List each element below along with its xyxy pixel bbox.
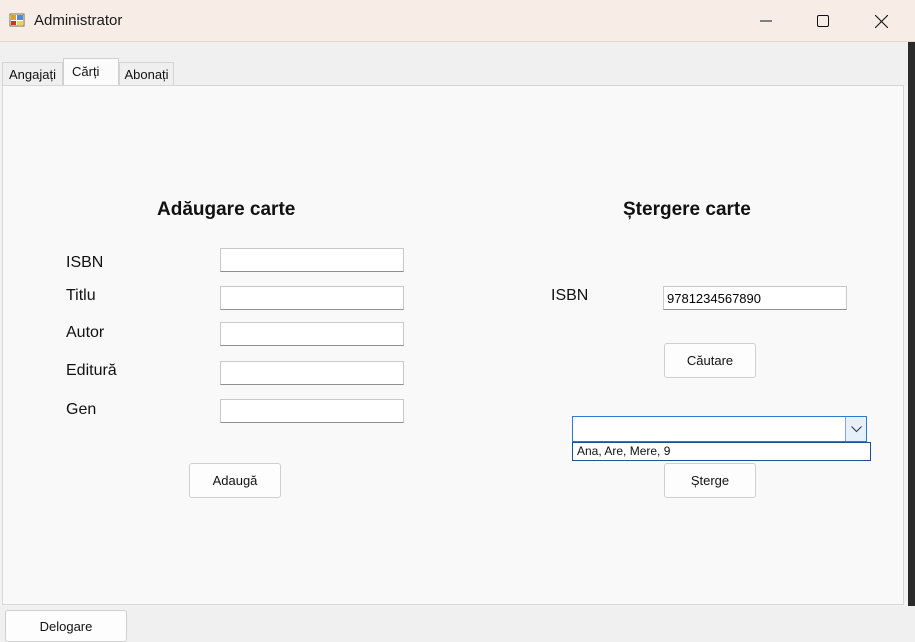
- chevron-down-icon: [850, 425, 862, 432]
- tab-abonati[interactable]: Abonați: [119, 62, 174, 85]
- add-book-button-label: Adaugă: [212, 473, 258, 488]
- minimize-icon: [760, 20, 772, 22]
- tab-panel-carti: [2, 85, 904, 605]
- logout-button-label: Delogare: [39, 618, 93, 634]
- delete-book-heading: Ștergere carte: [623, 199, 751, 220]
- close-button[interactable]: [852, 0, 910, 42]
- add-book-heading: Adăugare carte: [157, 199, 296, 220]
- maximize-button[interactable]: [794, 0, 852, 42]
- add-genre-input[interactable]: [220, 399, 404, 423]
- app-form-icon: [9, 13, 25, 27]
- genre-label: Gen: [66, 401, 97, 418]
- publisher-label: Editură: [66, 362, 117, 379]
- logout-button[interactable]: Delogare: [5, 610, 127, 642]
- dropdown-item[interactable]: Ana, Are, Mere, 9: [574, 444, 869, 459]
- tab-label: Cărți: [72, 64, 100, 79]
- book-select-combobox[interactable]: [572, 416, 867, 442]
- add-title-input[interactable]: [220, 286, 404, 310]
- bottom-bar: [0, 606, 915, 642]
- search-button-label: Căutare: [686, 353, 734, 368]
- background-window-edge: [908, 42, 915, 606]
- tab-label: Angajați: [9, 66, 56, 82]
- add-publisher-input[interactable]: [220, 361, 404, 385]
- close-icon: [874, 14, 888, 28]
- tab-carti[interactable]: Cărți: [63, 58, 119, 85]
- delete-isbn-input[interactable]: [663, 286, 847, 310]
- title-bar: Administrator: [0, 0, 915, 42]
- add-author-input[interactable]: [220, 322, 404, 346]
- tab-label: Abonați: [124, 66, 169, 82]
- maximize-icon: [817, 15, 829, 27]
- isbn-label: ISBN: [66, 254, 104, 271]
- search-button[interactable]: Căutare: [664, 343, 756, 378]
- window-title: Administrator: [34, 12, 123, 29]
- delete-button-label: Șterge: [690, 473, 730, 488]
- add-book-button[interactable]: Adaugă: [189, 463, 281, 498]
- tab-angajati[interactable]: Angajați: [2, 62, 63, 85]
- minimize-button[interactable]: [737, 0, 795, 42]
- delete-isbn-label: ISBN: [551, 287, 589, 304]
- combo-dropdown-button[interactable]: [845, 417, 866, 441]
- book-dropdown-list: Ana, Are, Mere, 9: [572, 442, 871, 461]
- title-label: Titlu: [66, 287, 96, 304]
- add-isbn-input[interactable]: [220, 248, 404, 272]
- tab-strip: Angajați Cărți Abonați: [0, 42, 915, 86]
- author-label: Autor: [66, 324, 105, 341]
- delete-button[interactable]: Șterge: [664, 463, 756, 498]
